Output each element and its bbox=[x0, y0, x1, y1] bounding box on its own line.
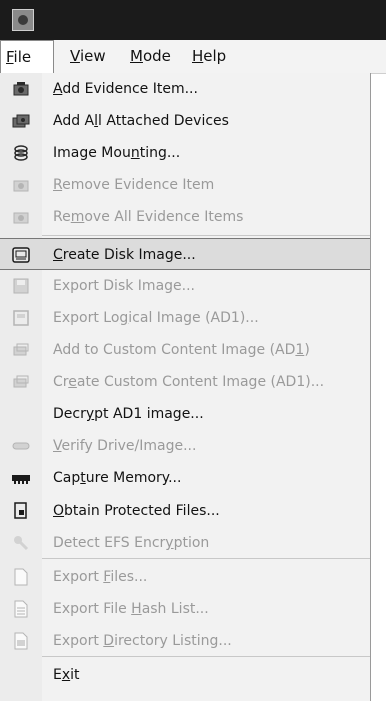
menu-item-add-evidence-item[interactable]: Add Evidence Item... bbox=[0, 73, 370, 105]
menu-item-detect-efs-encryption: Detect EFS Encryption bbox=[0, 527, 370, 559]
menu-item-label: Capture Memory... bbox=[53, 470, 182, 486]
menu-item-exit[interactable]: Exit bbox=[0, 659, 370, 691]
menu-item-export-logical-image-ad1: Export Logical Image (AD1)... bbox=[0, 302, 370, 334]
menu-item-label: Add Evidence Item... bbox=[53, 81, 198, 97]
menu-item-export-files: Export Files... bbox=[0, 561, 370, 593]
detect-efs-icon bbox=[12, 534, 30, 552]
menu-item-create-custom-content-image-ad1: Create Custom Content Image (AD1)... bbox=[0, 366, 370, 398]
menu-item-decrypt-ad1-image[interactable]: Decrypt AD1 image... bbox=[0, 398, 370, 430]
menu-separator bbox=[42, 558, 370, 559]
app-icon bbox=[12, 9, 34, 31]
menu-item-label: Image Mounting... bbox=[53, 145, 181, 161]
menu-item-label: Decrypt AD1 image... bbox=[53, 406, 204, 422]
menu-help-label: Help bbox=[192, 47, 227, 65]
custom-content-add-icon bbox=[12, 341, 30, 359]
menu-item-capture-memory[interactable]: Capture Memory... bbox=[0, 462, 370, 494]
menu-item-label: Obtain Protected Files... bbox=[53, 503, 220, 519]
custom-content-create-icon bbox=[12, 373, 30, 391]
evidence-remove-all-icon bbox=[12, 208, 30, 226]
file-menu-dropdown: Add Evidence Item... Add All Attached Dev… bbox=[0, 73, 371, 701]
directory-listing-icon bbox=[12, 632, 30, 650]
menu-item-remove-evidence-item: Remove Evidence Item bbox=[0, 169, 370, 201]
menu-separator bbox=[42, 656, 370, 657]
menu-item-export-file-hash-list: Export File Hash List... bbox=[0, 593, 370, 625]
menu-item-label: Detect EFS Encryption bbox=[53, 535, 210, 551]
verify-drive-icon bbox=[12, 437, 30, 455]
menu-view[interactable]: View bbox=[70, 40, 106, 73]
menu-item-label: Export Logical Image (AD1)... bbox=[53, 310, 259, 326]
export-disk-icon bbox=[12, 277, 30, 295]
memory-icon bbox=[12, 469, 30, 487]
devices-add-icon bbox=[12, 112, 30, 130]
menu-item-label: Export Directory Listing... bbox=[53, 633, 232, 649]
menu-item-create-disk-image[interactable]: Create Disk Image... bbox=[0, 238, 370, 270]
menu-item-add-to-custom-content-image-ad1: Add to Custom Content Image (AD1) bbox=[0, 334, 370, 366]
hash-list-icon bbox=[12, 600, 30, 618]
menu-item-label: Create Custom Content Image (AD1)... bbox=[53, 374, 325, 390]
menu-separator bbox=[42, 235, 370, 236]
menu-item-label: Add to Custom Content Image (AD1) bbox=[53, 342, 310, 358]
mount-icon bbox=[12, 144, 30, 162]
menu-item-export-disk-image: Export Disk Image... bbox=[0, 270, 370, 302]
menu-item-remove-all-evidence-items: Remove All Evidence Items bbox=[0, 201, 370, 233]
export-files-icon bbox=[12, 568, 30, 586]
logical-image-icon bbox=[12, 309, 30, 327]
menu-bar: File View Mode Help bbox=[0, 40, 386, 74]
menu-item-label: Verify Drive/Image... bbox=[53, 438, 197, 454]
menu-item-export-directory-listing: Export Directory Listing... bbox=[0, 625, 370, 657]
menu-item-label: Export Disk Image... bbox=[53, 278, 195, 294]
menu-item-label: Remove All Evidence Items bbox=[53, 209, 244, 225]
menu-item-add-all-attached-devices[interactable]: Add All Attached Devices bbox=[0, 105, 370, 137]
menu-item-obtain-protected-files[interactable]: Obtain Protected Files... bbox=[0, 495, 370, 527]
evidence-remove-icon bbox=[12, 176, 30, 194]
menu-item-verify-drive-image: Verify Drive/Image... bbox=[0, 430, 370, 462]
menu-item-image-mounting[interactable]: Image Mounting... bbox=[0, 137, 370, 169]
menu-view-label: View bbox=[70, 47, 106, 65]
menu-file-label: File bbox=[6, 48, 32, 66]
protected-files-icon bbox=[12, 502, 30, 520]
menu-file[interactable]: File bbox=[0, 40, 54, 73]
menu-item-label: Remove Evidence Item bbox=[53, 177, 215, 193]
menu-item-label: Add All Attached Devices bbox=[53, 113, 229, 129]
disk-image-icon bbox=[12, 246, 30, 264]
menu-item-label: Export Files... bbox=[53, 569, 148, 585]
title-bar bbox=[0, 0, 386, 40]
menu-help[interactable]: Help bbox=[192, 40, 226, 73]
menu-item-label: Create Disk Image... bbox=[53, 247, 196, 263]
menu-item-label: Export File Hash List... bbox=[53, 601, 209, 617]
menu-mode-label: Mode bbox=[130, 47, 171, 65]
menu-item-label: Exit bbox=[53, 667, 80, 683]
evidence-add-icon bbox=[12, 80, 30, 98]
menu-mode[interactable]: Mode bbox=[130, 40, 171, 73]
